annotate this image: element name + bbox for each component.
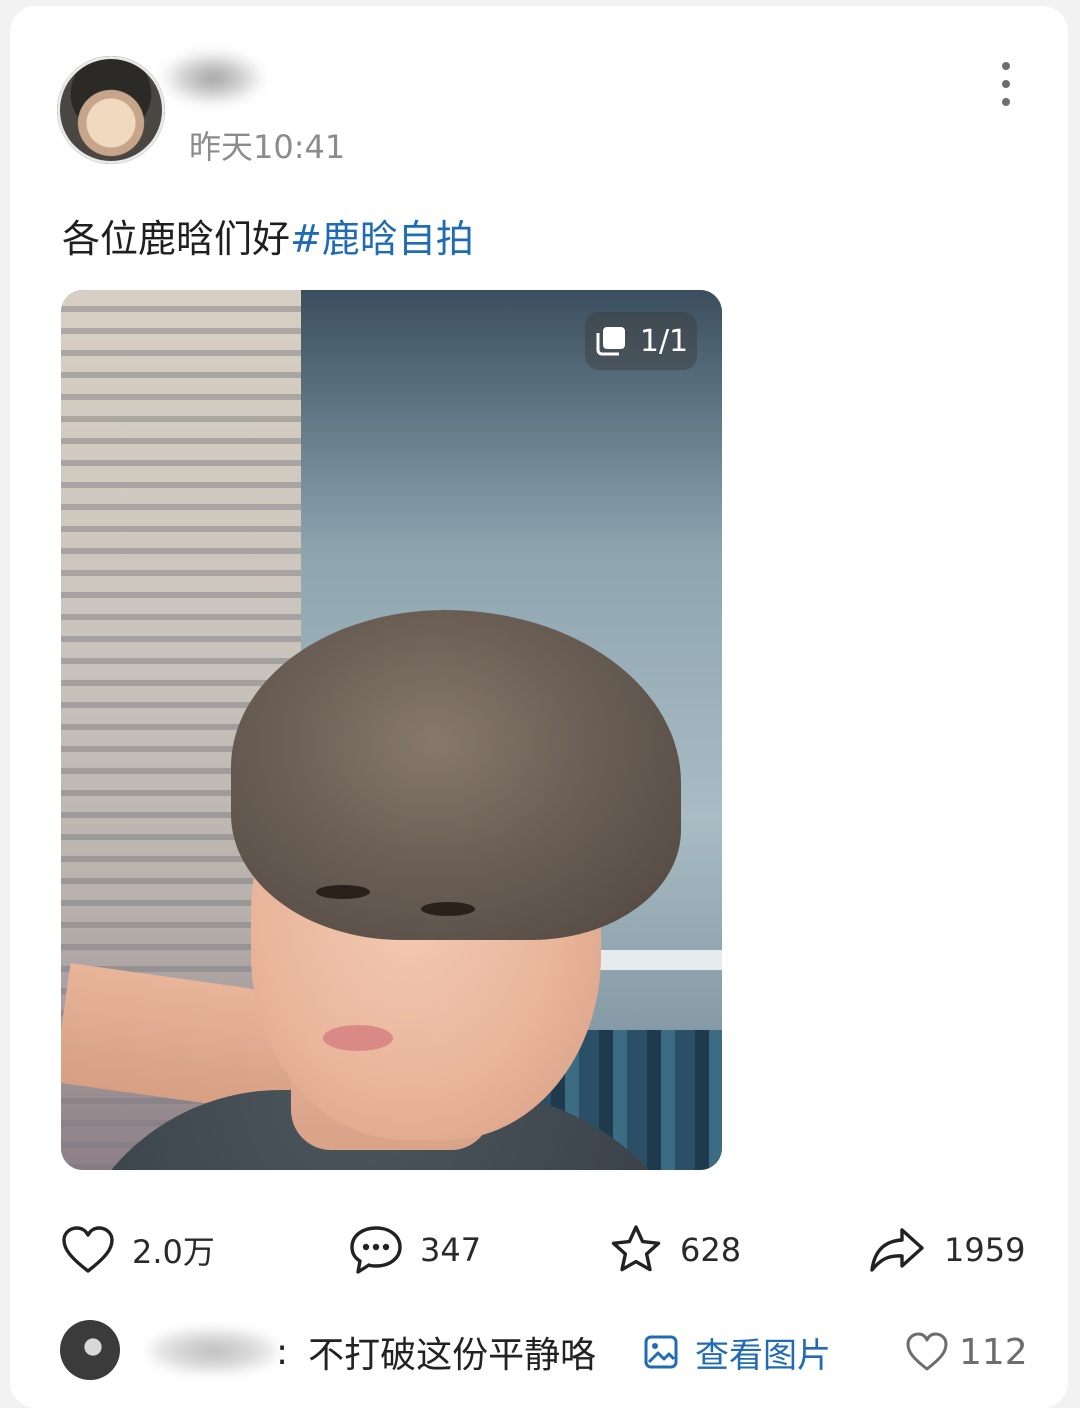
image-icon: [644, 1335, 678, 1369]
comment-icon: [350, 1226, 402, 1274]
commenter-avatar[interactable]: [60, 1320, 120, 1380]
post-body: 各位鹿晗们好: [62, 217, 291, 261]
like-button[interactable]: 2.0万: [60, 1222, 215, 1278]
comment-separator: :: [276, 1331, 289, 1373]
comment-like-button[interactable]: 112: [905, 1328, 1028, 1376]
share-button[interactable]: 1959: [868, 1222, 1025, 1278]
action-bar: 2.0万 347 628 1959: [60, 1222, 1025, 1278]
favorite-button[interactable]: 628: [608, 1222, 741, 1278]
share-count: 1959: [944, 1231, 1026, 1269]
image-counter: 1/1: [585, 312, 697, 370]
like-count: 2.0万: [132, 1233, 215, 1271]
photo-lips: [323, 1025, 393, 1051]
comment-count: 347: [420, 1231, 482, 1269]
comment-button[interactable]: 347: [348, 1222, 481, 1278]
author-name-blurred[interactable]: [163, 52, 263, 104]
photo-shelf: [581, 950, 722, 970]
image-stack-icon: [596, 327, 625, 356]
comment-content: : 不打破这份平静咯: [276, 1328, 597, 1377]
commenter-name-blurred[interactable]: [148, 1328, 278, 1374]
more-icon[interactable]: [990, 62, 1022, 106]
heart-icon: [906, 1332, 948, 1371]
post-photo[interactable]: [61, 290, 722, 1170]
post-time: 昨天10:41: [189, 128, 346, 166]
star-icon: [611, 1225, 661, 1272]
photo-eye-right: [421, 902, 475, 916]
image-counter-text: 1/1: [639, 323, 689, 359]
heart-icon: [62, 1226, 114, 1273]
hashtag-link[interactable]: #鹿晗自拍: [290, 217, 474, 261]
photo-eye-left: [316, 885, 370, 899]
favorite-count: 628: [680, 1231, 742, 1269]
post-text: 各位鹿晗们好#鹿晗自拍: [62, 208, 474, 263]
share-icon: [870, 1228, 924, 1272]
comment-text: 不打破这份平静咯: [308, 1335, 597, 1376]
comment-like-count: 112: [959, 1331, 1028, 1373]
author-avatar[interactable]: [57, 56, 165, 164]
view-image-label: 查看图片: [695, 1335, 831, 1376]
view-image-link[interactable]: 查看图片: [643, 1328, 831, 1376]
